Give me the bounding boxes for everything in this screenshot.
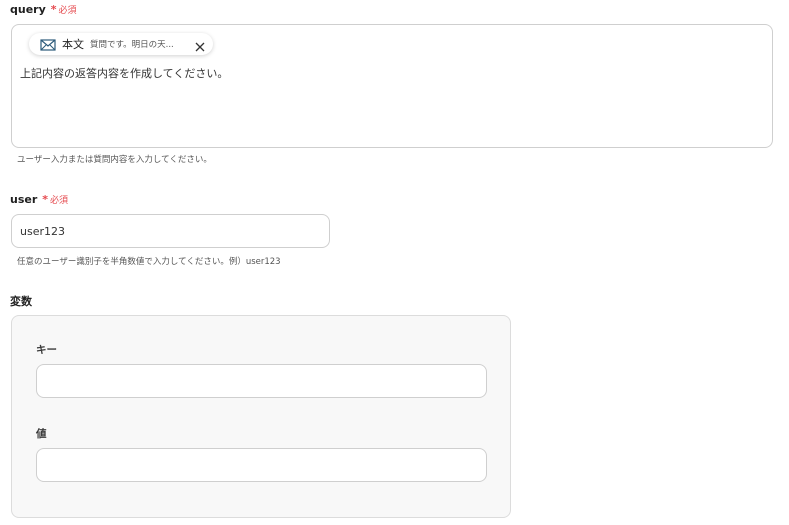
variable-chip[interactable]: 本文 質問です。明日の天... [29,33,213,55]
mail-icon [40,37,56,51]
key-label: キー [36,344,57,356]
query-label: query [10,3,46,16]
key-input[interactable] [36,364,487,398]
chip-value: 質問です。明日の天... [90,40,174,50]
required-asterisk: * [42,193,49,206]
form-page: query * 必須 本文 質問です。明日の天... 上記内容の返答内容を作成し… [0,0,789,525]
required-asterisk: * [50,3,57,16]
user-label: user [10,193,38,206]
variables-label: 変数 [10,295,32,308]
user-label-row: user * 必須 [10,193,68,206]
value-label: 値 [36,428,47,440]
required-badge: 必須 [58,6,77,16]
query-helper-text: ユーザー入力または質問内容を入力してください。 [17,155,212,165]
variables-panel: キー 値 [11,315,511,518]
query-label-row: query * 必須 [10,3,77,16]
user-helper-text: 任意のユーザー識別子を半角数値で入力してください。例）user123 [17,257,281,267]
query-text: 上記内容の返答内容を作成してください。 [20,67,229,80]
chip-label: 本文 [62,38,84,51]
close-icon[interactable] [194,38,206,52]
user-input[interactable] [11,214,330,248]
value-input[interactable] [36,448,487,482]
required-badge: 必須 [50,196,69,206]
query-textarea[interactable]: 本文 質問です。明日の天... 上記内容の返答内容を作成してください。 [11,24,773,148]
